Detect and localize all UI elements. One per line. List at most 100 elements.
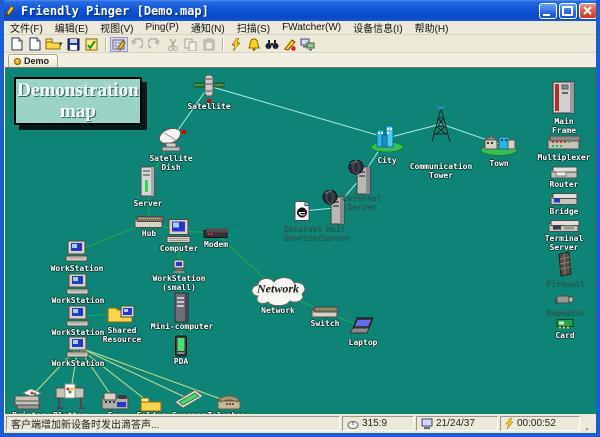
device-ws1[interactable] bbox=[65, 240, 89, 262]
maximize-button[interactable] bbox=[559, 3, 577, 19]
device-minicomp[interactable] bbox=[173, 292, 191, 324]
device-firewall[interactable] bbox=[556, 251, 574, 277]
device-iserver[interactable] bbox=[348, 160, 374, 196]
device-bridge[interactable] bbox=[549, 193, 579, 206]
device-scanner[interactable] bbox=[173, 388, 205, 410]
device-label-ws3: WorkStation bbox=[52, 328, 105, 337]
device-ws2[interactable] bbox=[66, 273, 90, 295]
device-hub[interactable] bbox=[134, 216, 164, 229]
cloud-inner-text: Network bbox=[257, 282, 299, 297]
menu-item-3[interactable]: Ping(P) bbox=[139, 22, 184, 33]
paste-button bbox=[200, 37, 218, 52]
status-bar: 客户端增加新设备时发出滴答声... 315:9 21/24/37 00:00:5… bbox=[4, 414, 596, 433]
menu-item-7[interactable]: 设备信息(I) bbox=[347, 20, 408, 35]
find-button[interactable] bbox=[263, 37, 281, 52]
device-wssmall[interactable] bbox=[172, 259, 186, 273]
plotter-icon bbox=[53, 382, 87, 410]
device-telephone[interactable] bbox=[216, 393, 242, 411]
modembox-icon bbox=[203, 228, 229, 239]
fwatcher-button[interactable] bbox=[281, 37, 299, 52]
monitor-sm-icon bbox=[66, 273, 90, 295]
device-router[interactable] bbox=[549, 165, 579, 179]
device-mainframe[interactable] bbox=[550, 80, 578, 116]
device-computer[interactable] bbox=[166, 219, 192, 244]
tower-dark-icon bbox=[173, 292, 191, 324]
map-title-sign[interactable]: Demonstration map bbox=[14, 77, 142, 125]
device-printer[interactable] bbox=[13, 387, 45, 411]
title-bar[interactable]: Friendly Pinger [Demo.map] bbox=[0, 0, 600, 21]
device-label-satellite: Satellite bbox=[187, 102, 230, 111]
binoculars-icon bbox=[265, 39, 279, 50]
device-label-shared: Shared Resource bbox=[103, 326, 142, 344]
device-shared[interactable] bbox=[107, 302, 137, 326]
toolbar-separator bbox=[222, 38, 223, 51]
device-label-server: Server bbox=[134, 199, 163, 208]
monitor-icon bbox=[166, 219, 192, 244]
monitor-mini-icon bbox=[172, 259, 186, 273]
device-multiplexer[interactable] bbox=[547, 134, 581, 150]
device-commtower[interactable] bbox=[428, 104, 454, 144]
device-terminal[interactable] bbox=[548, 220, 580, 233]
floppy-icon bbox=[67, 38, 80, 51]
sign-line1: Demonstration bbox=[17, 80, 138, 101]
menu-item-1[interactable]: 编辑(E) bbox=[49, 20, 94, 35]
device-plotter[interactable] bbox=[53, 382, 87, 410]
device-laptop[interactable] bbox=[349, 317, 377, 337]
device-info-button[interactable] bbox=[299, 37, 317, 52]
device-label-ishortcut: Internet Shortcut bbox=[283, 224, 322, 242]
lightning-icon bbox=[505, 418, 514, 429]
page-icon bbox=[11, 37, 23, 51]
device-folder[interactable] bbox=[140, 396, 162, 412]
save-button[interactable] bbox=[65, 37, 83, 52]
device-ws3[interactable] bbox=[66, 305, 90, 327]
status-message-panel: 客户端增加新设备时发出滴答声... bbox=[6, 416, 340, 431]
menu-item-2[interactable]: 视图(V) bbox=[94, 20, 139, 35]
device-switch[interactable] bbox=[311, 306, 339, 318]
status-message: 客户端增加新设备时发出滴答声... bbox=[11, 416, 159, 431]
close-button[interactable] bbox=[579, 3, 597, 19]
menu-item-5[interactable]: 扫描(S) bbox=[231, 20, 276, 35]
notify-button[interactable] bbox=[245, 37, 263, 52]
mainframe-icon bbox=[550, 80, 578, 116]
tab-demo[interactable]: Demo bbox=[8, 54, 58, 67]
device-modem[interactable] bbox=[203, 228, 229, 239]
menu-item-6[interactable]: FWatcher(W) bbox=[276, 22, 347, 33]
device-city[interactable] bbox=[369, 124, 405, 152]
minimize-button[interactable] bbox=[539, 3, 557, 19]
device-ishortcut[interactable] bbox=[294, 201, 310, 222]
menu-item-4[interactable]: 通知(N) bbox=[185, 20, 231, 35]
device-label-city: City bbox=[377, 156, 396, 165]
menu-item-8[interactable]: 帮助(H) bbox=[409, 20, 455, 35]
device-label-minicomp: Mini-computer bbox=[151, 322, 214, 331]
menu-item-0[interactable]: 文件(F) bbox=[4, 20, 49, 35]
device-satellite[interactable] bbox=[193, 73, 225, 99]
device-dish[interactable] bbox=[156, 127, 186, 153]
monitor-sm-icon bbox=[65, 240, 89, 262]
export-button[interactable] bbox=[83, 37, 101, 52]
folder-icon bbox=[140, 396, 162, 412]
new-map-button[interactable] bbox=[8, 37, 26, 52]
edit-mode-button[interactable] bbox=[110, 37, 128, 52]
device-town[interactable] bbox=[479, 132, 519, 156]
routerbox-icon bbox=[549, 165, 579, 179]
resize-grip[interactable] bbox=[582, 416, 594, 431]
device-ws4[interactable] bbox=[66, 336, 90, 358]
ping-button[interactable] bbox=[227, 37, 245, 52]
new-page-button[interactable] bbox=[26, 37, 44, 52]
device-card[interactable] bbox=[556, 319, 574, 330]
device-fax[interactable] bbox=[100, 390, 130, 412]
status-counts-panel: 21/24/37 bbox=[416, 416, 498, 431]
commtower-icon bbox=[428, 104, 454, 144]
device-pda[interactable] bbox=[175, 335, 188, 357]
device-repeater[interactable] bbox=[554, 292, 576, 306]
e-page-icon bbox=[294, 201, 310, 222]
map-canvas[interactable]: Demonstration map SatelliteSatellite Dis… bbox=[4, 67, 596, 414]
device-label-terminal: Terminal Server bbox=[545, 234, 584, 252]
firewall-icon bbox=[556, 251, 574, 277]
status-coords-panel: 315:9 bbox=[342, 416, 414, 431]
phone-icon bbox=[216, 393, 242, 411]
device-label-town: Town bbox=[489, 159, 508, 168]
open-dropdown-caret[interactable]: ▾ bbox=[59, 40, 63, 48]
fax-icon bbox=[100, 390, 130, 412]
app-icon bbox=[3, 4, 17, 18]
